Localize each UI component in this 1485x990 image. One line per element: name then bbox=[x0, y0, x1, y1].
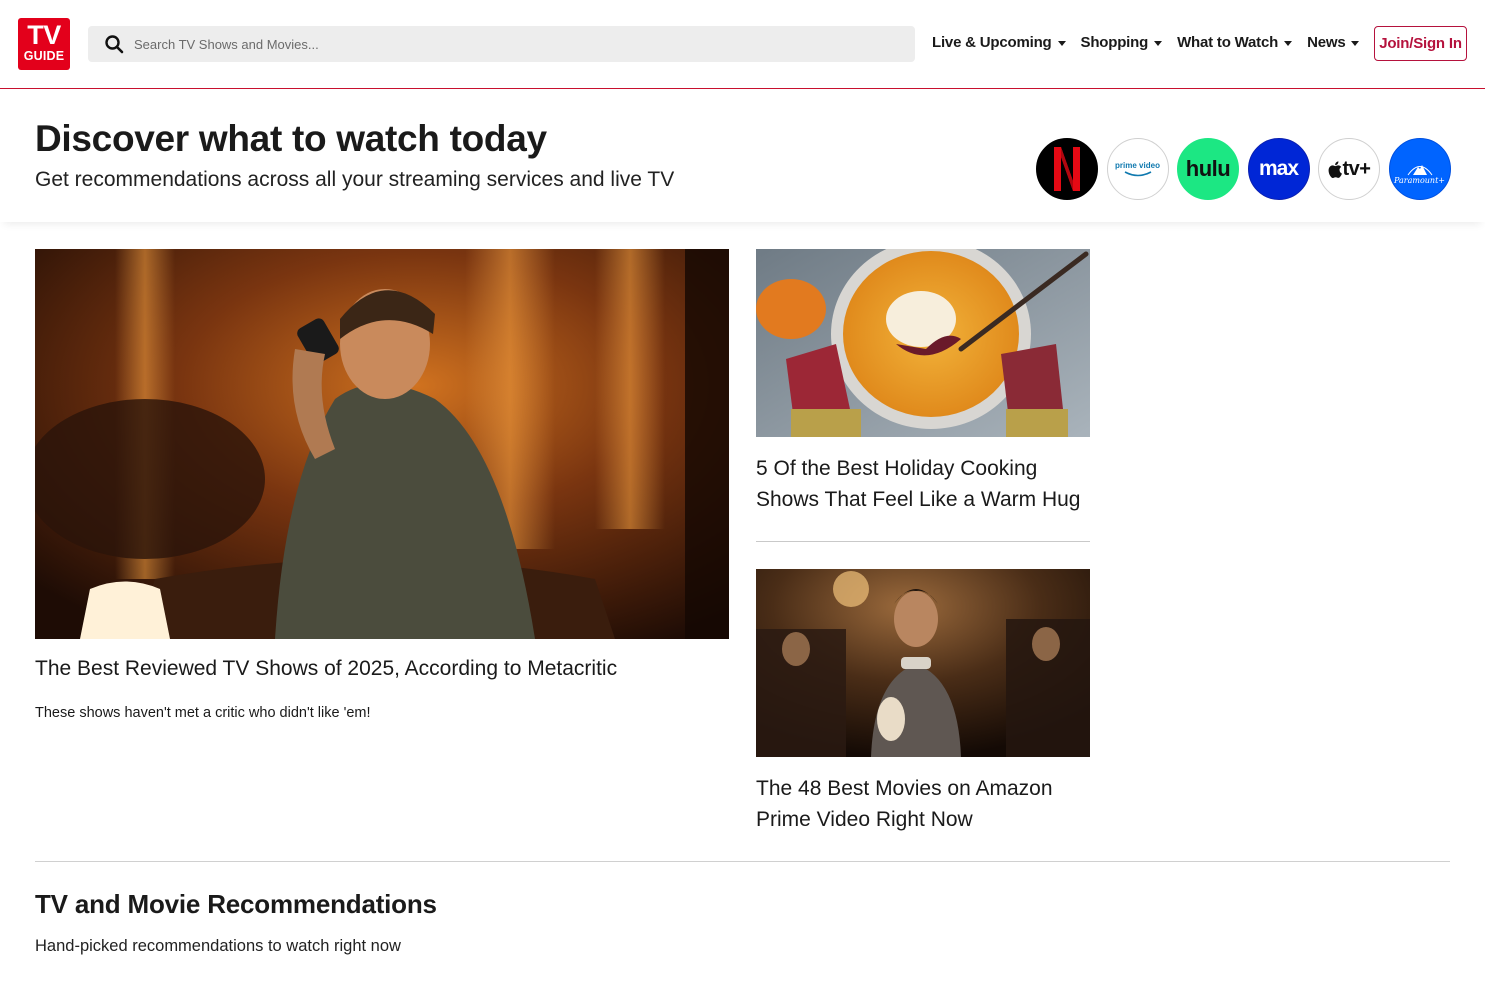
nav-live-upcoming[interactable]: Live & Upcoming bbox=[932, 34, 1066, 51]
search-input[interactable] bbox=[134, 36, 874, 52]
page-title: Discover what to watch today bbox=[35, 118, 547, 159]
nav-label: News bbox=[1307, 33, 1346, 51]
side-article-image-1[interactable] bbox=[756, 249, 1090, 437]
search-bar[interactable] bbox=[88, 26, 915, 62]
nav-label: What to Watch bbox=[1177, 33, 1279, 51]
logo-line-2: GUIDE bbox=[23, 49, 65, 63]
side-article-title-1[interactable]: 5 Of the Best Holiday Cooking Shows That… bbox=[756, 453, 1096, 515]
chevron-down-icon bbox=[1351, 40, 1360, 46]
tv-guide-logo[interactable]: TV GUIDE bbox=[18, 18, 70, 70]
service-label: Paramount+ bbox=[1393, 175, 1445, 185]
service-apple-tv-plus[interactable]: tv+ bbox=[1318, 138, 1380, 200]
site-header: TV GUIDE Live & Upcoming Shopping What t… bbox=[0, 0, 1485, 89]
hero-article-image[interactable] bbox=[35, 249, 729, 639]
service-prime-video[interactable]: prime video bbox=[1106, 138, 1169, 200]
mountain-icon bbox=[1407, 164, 1432, 175]
netflix-logo-icon bbox=[1054, 147, 1080, 191]
chevron-down-icon bbox=[1154, 40, 1163, 46]
prime-video-logo-icon: prime video bbox=[1115, 161, 1160, 178]
hero-article-title[interactable]: The Best Reviewed TV Shows of 2025, Acco… bbox=[35, 657, 617, 681]
service-paramount-plus[interactable]: Paramount+ bbox=[1388, 138, 1451, 200]
service-hulu[interactable]: hulu bbox=[1177, 138, 1239, 200]
section-divider bbox=[35, 861, 1450, 862]
side-article-title-2[interactable]: The 48 Best Movies on Amazon Prime Video… bbox=[756, 773, 1096, 835]
article-divider bbox=[756, 541, 1090, 542]
nav-label: Shopping bbox=[1080, 33, 1149, 51]
apple-icon bbox=[1328, 160, 1342, 178]
search-icon bbox=[105, 35, 124, 54]
nav-shopping[interactable]: Shopping bbox=[1081, 34, 1163, 51]
service-netflix[interactable] bbox=[1036, 138, 1098, 200]
main-nav: Live & Upcoming Shopping What to Watch N… bbox=[932, 30, 1374, 54]
logo-line-1: TV bbox=[27, 20, 61, 50]
discover-section: Discover what to watch today Get recomme… bbox=[0, 90, 1485, 222]
nav-what-to-watch[interactable]: What to Watch bbox=[1177, 33, 1293, 51]
service-max[interactable]: max bbox=[1247, 138, 1310, 200]
page-subtitle: Get recommendations across all your stre… bbox=[35, 168, 675, 191]
join-sign-in-button[interactable]: Join/Sign In bbox=[1374, 26, 1467, 61]
service-label: hulu bbox=[1185, 156, 1231, 181]
nav-label: Live & Upcoming bbox=[932, 33, 1052, 51]
service-label: max bbox=[1258, 157, 1299, 180]
hero-article-description: These shows haven't met a critic who did… bbox=[35, 705, 371, 721]
streaming-services: prime video hulu max tv+ Paramount+ bbox=[1036, 138, 1459, 200]
side-article-image-2[interactable] bbox=[756, 569, 1090, 757]
chevron-down-icon bbox=[1284, 40, 1293, 46]
service-label: prime video bbox=[1115, 160, 1160, 170]
recommendations-subtitle: Hand-picked recommendations to watch rig… bbox=[35, 937, 401, 955]
chevron-down-icon bbox=[1057, 40, 1066, 46]
recommendations-heading: TV and Movie Recommendations bbox=[35, 889, 437, 919]
nav-news[interactable]: News bbox=[1307, 33, 1360, 51]
service-label: tv+ bbox=[1342, 157, 1371, 180]
